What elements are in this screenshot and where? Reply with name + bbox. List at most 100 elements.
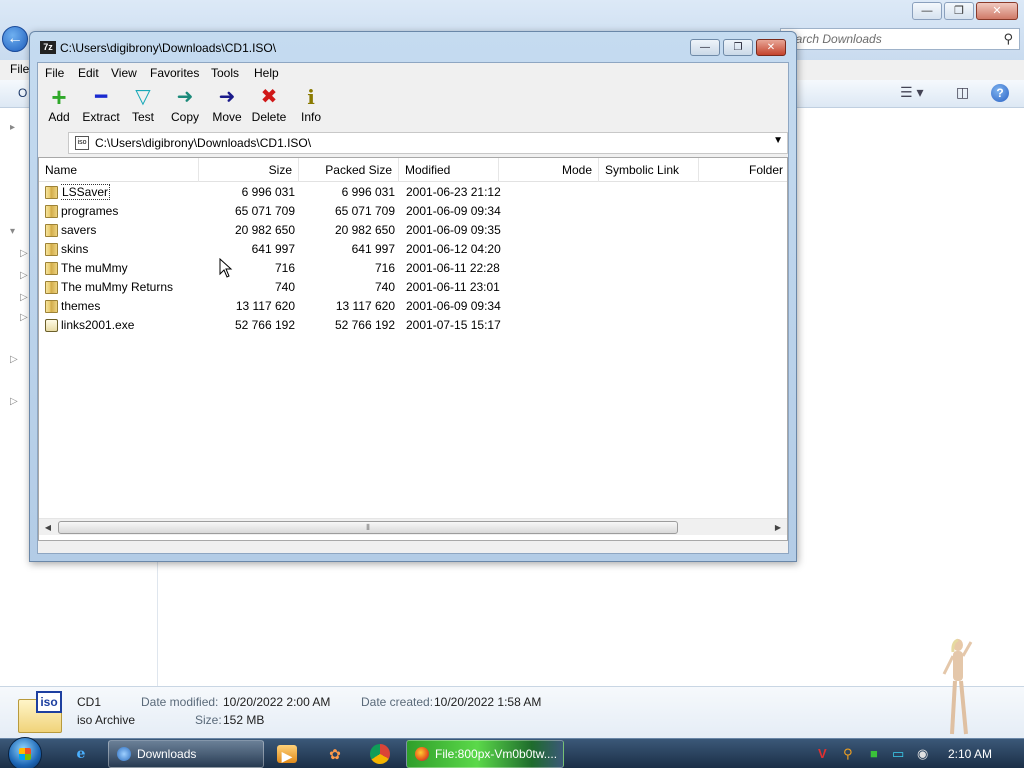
explorer-icon	[117, 747, 131, 761]
folder-icon	[45, 205, 58, 218]
expand-arrow-icon[interactable]: ▷	[20, 270, 28, 281]
media-player-icon[interactable]: ▶	[277, 745, 297, 764]
organize-button[interactable]: O	[18, 86, 27, 100]
paint-icon[interactable]: ✿	[324, 743, 346, 765]
search-tray-icon[interactable]: ⚲	[843, 746, 853, 762]
toolbar: + Add ━ Extract ▽ Test ➜ Copy ➜ Move ✖ D…	[38, 83, 788, 131]
column-modified[interactable]: Modified	[399, 158, 499, 182]
column-size[interactable]: Size	[199, 158, 299, 182]
iso-file-icon: iso	[18, 691, 64, 735]
list-item[interactable]: links2001.exe 52 766 192 52 766 192 2001…	[39, 316, 787, 335]
search-placeholder: earch Downloads	[789, 32, 882, 46]
item-size: 716	[274, 261, 295, 275]
status-bar	[38, 541, 788, 553]
item-modified: 2001-06-11 22:28	[406, 261, 500, 275]
taskbar: e Downloads ▶ ✿ File:800px-Vm0b0tw.... V…	[0, 737, 1024, 768]
volume-tray-icon[interactable]: ◉	[917, 746, 928, 762]
expand-arrow-icon[interactable]: ▷	[10, 396, 18, 407]
item-modified: 2001-06-11 23:01	[406, 280, 500, 294]
antivirus-tray-icon[interactable]: V	[818, 746, 827, 761]
menu-file[interactable]: File	[45, 66, 64, 80]
size-label: Size:	[195, 713, 222, 727]
chevron-down-icon[interactable]: ▼	[773, 135, 783, 146]
file-list[interactable]: Name Size Packed Size Modified Mode Symb…	[38, 157, 788, 541]
firefox-icon	[415, 747, 429, 761]
change-view-icon[interactable]: ☰ ▾	[900, 84, 923, 101]
explorer-menu-file[interactable]: File	[10, 62, 29, 76]
info-button[interactable]: i Info	[287, 85, 335, 129]
column-mode[interactable]: Mode	[499, 158, 599, 182]
expand-arrow-icon[interactable]: ▷	[20, 312, 28, 323]
extract-icon: ━	[94, 86, 108, 108]
list-item[interactable]: skins 641 997 641 997 2001-06-12 04:20	[39, 240, 787, 259]
item-name: LSSaver	[61, 184, 111, 200]
7zip-titlebar[interactable]: 7z C:\Users\digibrony\Downloads\CD1.ISO\…	[30, 32, 796, 62]
menu-view[interactable]: View	[111, 66, 137, 80]
chrome-icon[interactable]	[370, 744, 390, 764]
size-value: 152 MB	[223, 713, 265, 727]
menu-help[interactable]: Help	[254, 66, 279, 80]
item-modified: 2001-06-09 09:34	[406, 204, 501, 218]
item-size: 52 766 192	[234, 318, 295, 332]
taskbar-button-firefox[interactable]: File:800px-Vm0b0tw....	[406, 740, 564, 768]
expand-arrow-icon[interactable]: ▾	[10, 226, 15, 237]
add-button[interactable]: + Add	[35, 82, 83, 129]
scroll-right-icon[interactable]: ▶	[771, 521, 785, 534]
column-packed-size[interactable]: Packed Size	[299, 158, 399, 182]
search-icon[interactable]: ⚲	[1003, 31, 1013, 47]
list-item[interactable]: programes 65 071 709 65 071 709 2001-06-…	[39, 202, 787, 221]
7zip-client-area: File Edit View Favorites Tools Help + Ad…	[37, 62, 789, 554]
explorer-close-button[interactable]: ✕	[976, 2, 1018, 20]
network-tray-icon[interactable]: ■	[870, 746, 878, 761]
address-path[interactable]: C:\Users\digibrony\Downloads\CD1.ISO\	[95, 136, 311, 150]
expand-arrow-icon[interactable]: ▷	[10, 354, 18, 365]
menu-tools[interactable]: Tools	[211, 66, 239, 80]
delete-button[interactable]: ✖ Delete	[245, 85, 293, 129]
column-symbolic-link[interactable]: Symbolic Link	[599, 158, 699, 182]
scroll-left-icon[interactable]: ◀	[41, 521, 55, 534]
search-input[interactable]: earch Downloads ⚲	[780, 28, 1020, 50]
move-button[interactable]: ➜ Move	[203, 85, 251, 129]
test-button[interactable]: ▽ Test	[119, 85, 167, 129]
internet-explorer-icon[interactable]: e	[70, 743, 92, 765]
close-button[interactable]: ✕	[756, 39, 786, 56]
taskbar-button-explorer[interactable]: Downloads	[108, 740, 264, 768]
add-icon: +	[51, 82, 67, 112]
preview-pane-icon[interactable]: ◫	[956, 84, 969, 101]
list-item[interactable]: The muMmy 716 716 2001-06-11 22:28	[39, 259, 787, 278]
explorer-maximize-button[interactable]: ❐	[944, 2, 974, 20]
item-packed-size: 641 997	[351, 242, 395, 256]
horizontal-scrollbar[interactable]: ◀ ⦀ ▶	[39, 518, 787, 535]
clock[interactable]: 2:10 AM	[948, 747, 992, 761]
item-modified: 2001-07-15 15:17	[406, 318, 501, 332]
address-bar[interactable]: iso C:\Users\digibrony\Downloads\CD1.ISO…	[68, 132, 788, 154]
folder-icon	[45, 224, 58, 237]
expand-arrow-icon[interactable]: ▸	[10, 122, 15, 133]
scrollbar-thumb[interactable]: ⦀	[58, 521, 678, 534]
menu-favorites[interactable]: Favorites	[150, 66, 199, 80]
start-button[interactable]	[8, 737, 42, 768]
extract-button[interactable]: ━ Extract	[77, 85, 125, 129]
taskbar-button-label: File:800px-Vm0b0tw....	[435, 747, 558, 761]
minimize-button[interactable]: —	[690, 39, 720, 56]
list-item[interactable]: savers 20 982 650 20 982 650 2001-06-09 …	[39, 221, 787, 240]
copy-button[interactable]: ➜ Copy	[161, 85, 209, 129]
back-button[interactable]: ←	[2, 26, 28, 52]
column-folder[interactable]: Folder	[699, 158, 787, 182]
display-tray-icon[interactable]: ▭	[892, 746, 904, 762]
help-icon[interactable]: ?	[991, 84, 1009, 102]
explorer-minimize-button[interactable]: —	[912, 2, 942, 20]
file-name: CD1	[77, 695, 102, 709]
item-packed-size: 740	[374, 280, 395, 294]
folder-icon	[45, 300, 58, 313]
move-icon: ➜	[218, 86, 236, 108]
expand-arrow-icon[interactable]: ▷	[20, 292, 28, 303]
column-name[interactable]: Name	[39, 158, 199, 182]
list-item[interactable]: The muMmy Returns 740 740 2001-06-11 23:…	[39, 278, 787, 297]
expand-arrow-icon[interactable]: ▷	[20, 248, 28, 259]
list-item[interactable]: themes 13 117 620 13 117 620 2001-06-09 …	[39, 297, 787, 316]
list-item[interactable]: LSSaver 6 996 031 6 996 031 2001-06-23 2…	[39, 183, 787, 202]
menu-edit[interactable]: Edit	[78, 66, 99, 80]
maximize-button[interactable]: ❐	[723, 39, 753, 56]
date-created-value: 10/20/2022 1:58 AM	[434, 695, 542, 709]
